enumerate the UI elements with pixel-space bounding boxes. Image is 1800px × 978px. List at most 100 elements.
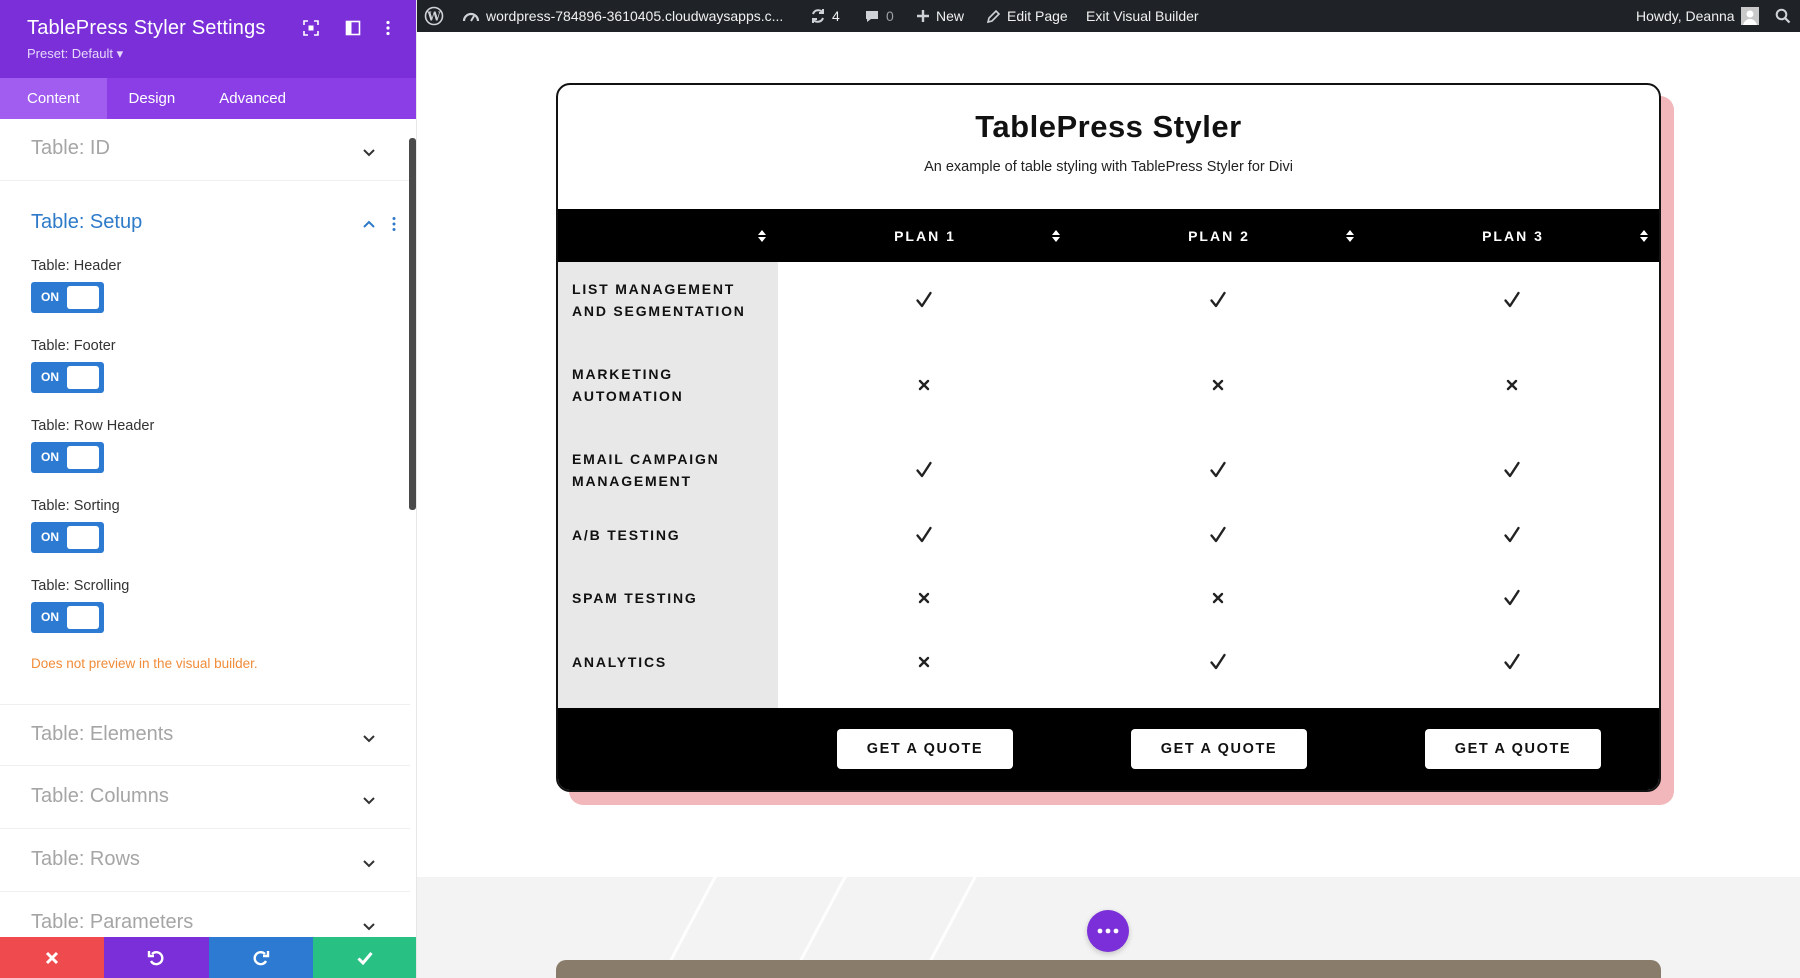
field-label-sorting: Table: Sorting bbox=[31, 498, 120, 514]
field-label-scrolling: Table: Scrolling bbox=[31, 578, 130, 594]
split-view-icon[interactable] bbox=[343, 18, 363, 38]
chevron-down-icon bbox=[363, 149, 375, 157]
user-menu[interactable]: Howdy, Deanna bbox=[1636, 0, 1759, 32]
avatar bbox=[1740, 7, 1759, 25]
toggle-state: ON bbox=[41, 290, 59, 304]
new-content-link[interactable]: New bbox=[916, 0, 964, 32]
section-table-rows[interactable]: Table: Rows bbox=[0, 830, 410, 892]
toggle-knob bbox=[67, 366, 99, 389]
section-label: Table: ID bbox=[31, 137, 110, 159]
field-label-header: Table: Header bbox=[31, 258, 122, 274]
section-table-setup[interactable]: Table: Setup bbox=[31, 211, 142, 234]
table-title: TablePress Styler bbox=[975, 109, 1242, 144]
chevron-down-icon bbox=[363, 860, 375, 868]
get-quote-button-plan-3[interactable]: GET A QUOTE bbox=[1425, 729, 1601, 769]
cross-icon bbox=[914, 652, 934, 672]
get-quote-button-plan-2[interactable]: GET A QUOTE bbox=[1131, 729, 1307, 769]
search-button[interactable] bbox=[1775, 0, 1791, 32]
table-body: LIST MANAGEMENT AND SEGMENTATION MARKETIN… bbox=[558, 262, 1659, 708]
row-header-toggle[interactable]: ON bbox=[31, 442, 104, 473]
toggle-knob bbox=[67, 446, 99, 469]
chevron-down-icon bbox=[363, 797, 375, 805]
comments-count: 0 bbox=[886, 8, 894, 24]
sorting-toggle[interactable]: ON bbox=[31, 522, 104, 553]
toggle-knob bbox=[67, 606, 99, 629]
row-header: EMAIL CAMPAIGN MANAGEMENT bbox=[572, 448, 720, 492]
wordpress-logo[interactable]: W bbox=[424, 0, 444, 32]
updates-link[interactable]: 4 bbox=[810, 0, 840, 32]
preset-selector[interactable]: Preset: Default ▾ bbox=[27, 46, 123, 62]
close-icon bbox=[46, 951, 59, 964]
row-header: ANALYTICS bbox=[572, 651, 667, 673]
column-header-plan-3[interactable]: PLAN 3 bbox=[1366, 209, 1659, 262]
section-options-icon[interactable] bbox=[391, 216, 397, 232]
edit-page-link[interactable]: Edit Page bbox=[986, 0, 1068, 32]
table-subtitle: An example of table styling with TablePr… bbox=[924, 159, 1293, 175]
check-icon bbox=[1208, 652, 1228, 672]
section-table-columns[interactable]: Table: Columns bbox=[0, 767, 410, 829]
site-name-link[interactable]: wordpress-784896-3610405.cloudwaysapps.c… bbox=[462, 0, 783, 32]
toggle-state: ON bbox=[41, 450, 59, 464]
toggle-state: ON bbox=[41, 610, 59, 624]
more-options-icon[interactable] bbox=[378, 18, 398, 38]
cross-icon bbox=[914, 588, 934, 608]
panel-footer bbox=[0, 937, 416, 978]
discard-button[interactable] bbox=[0, 937, 105, 978]
check-icon bbox=[1208, 290, 1228, 310]
row-header-line: SPAM TESTING bbox=[572, 590, 698, 606]
panel-title: TablePress Styler Settings bbox=[27, 17, 266, 39]
new-label: New bbox=[936, 8, 965, 24]
tab-advanced[interactable]: Advanced bbox=[197, 78, 308, 119]
undo-button[interactable] bbox=[104, 937, 209, 978]
check-icon bbox=[1502, 525, 1522, 545]
panel-body: Table: ID Table: Setup Table: Header ON … bbox=[0, 119, 416, 937]
comments-link[interactable]: 0 bbox=[864, 0, 894, 32]
column-header-label: PLAN 1 bbox=[894, 227, 956, 244]
tab-design[interactable]: Design bbox=[107, 78, 198, 119]
row-header: SPAM TESTING bbox=[572, 587, 698, 609]
site-name: wordpress-784896-3610405.cloudwaysapps.c… bbox=[486, 8, 784, 24]
column-header-plan-1[interactable]: PLAN 1 bbox=[778, 209, 1072, 262]
field-label-footer: Table: Footer bbox=[31, 338, 116, 354]
tab-content[interactable]: Content bbox=[0, 78, 107, 119]
section-table-id[interactable]: Table: ID bbox=[0, 119, 410, 181]
panel-header: TablePress Styler Settings Preset: Defau… bbox=[0, 0, 416, 78]
footer-toggle[interactable]: ON bbox=[31, 362, 104, 393]
row-header-line: EMAIL CAMPAIGN bbox=[572, 451, 720, 467]
cross-icon bbox=[1208, 375, 1228, 395]
row-header-line: MANAGEMENT bbox=[572, 473, 692, 489]
check-icon bbox=[914, 525, 934, 545]
row-header: LIST MANAGEMENT AND SEGMENTATION bbox=[572, 278, 746, 322]
header-toggle[interactable]: ON bbox=[31, 282, 104, 313]
scrolling-toggle[interactable]: ON bbox=[31, 602, 104, 633]
field-label-row-header: Table: Row Header bbox=[31, 418, 155, 434]
save-button[interactable] bbox=[312, 937, 416, 978]
cross-icon bbox=[1502, 375, 1522, 395]
exit-visual-builder-link[interactable]: Exit Visual Builder bbox=[1086, 0, 1199, 32]
get-quote-button-plan-1[interactable]: GET A QUOTE bbox=[837, 729, 1013, 769]
wordpress-icon: W bbox=[424, 6, 444, 26]
updates-count: 4 bbox=[832, 8, 840, 24]
column-header-feature[interactable] bbox=[558, 209, 778, 262]
column-header-plan-2[interactable]: PLAN 2 bbox=[1072, 209, 1366, 262]
cross-icon bbox=[914, 375, 934, 395]
add-section-button[interactable] bbox=[1087, 910, 1129, 952]
section-table-elements[interactable]: Table: Elements bbox=[0, 704, 410, 766]
section-label: Table: Parameters bbox=[31, 911, 194, 933]
chevron-up-icon[interactable] bbox=[361, 216, 377, 232]
check-icon bbox=[1502, 290, 1522, 310]
row-header-line: A/B TESTING bbox=[572, 527, 681, 543]
fullscreen-icon[interactable] bbox=[301, 18, 321, 38]
panel-scrollbar[interactable] bbox=[409, 138, 416, 510]
check-icon bbox=[1502, 652, 1522, 672]
redo-button[interactable] bbox=[208, 937, 313, 978]
search-icon bbox=[1775, 8, 1791, 24]
checkmark-icon bbox=[357, 951, 373, 965]
section-table-parameters[interactable]: Table: Parameters bbox=[0, 893, 410, 937]
row-header-line: LIST MANAGEMENT bbox=[572, 281, 736, 297]
column-header-label: PLAN 2 bbox=[1188, 227, 1250, 244]
sort-icon bbox=[1640, 230, 1648, 242]
check-icon bbox=[1208, 525, 1228, 545]
plus-icon bbox=[917, 10, 929, 22]
row-header-line: AND SEGMENTATION bbox=[572, 303, 746, 319]
